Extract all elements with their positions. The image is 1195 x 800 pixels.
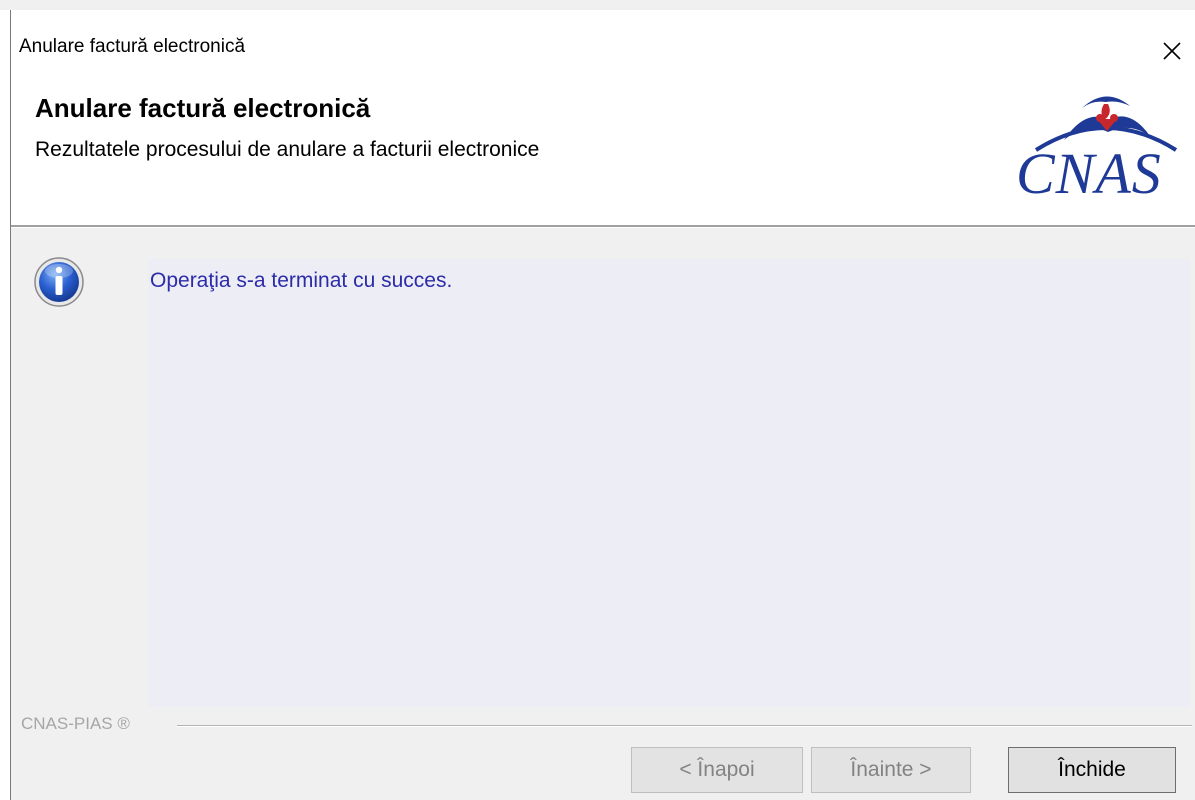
wizard-body: Operaţia s-a terminat cu succes. CNAS-PI… bbox=[11, 228, 1195, 800]
footer-brand-label: CNAS-PIAS ® bbox=[21, 714, 130, 733]
close-button[interactable]: Închide bbox=[1008, 747, 1176, 793]
title-bar[interactable]: Anulare factură electronică bbox=[11, 10, 1195, 78]
header-subtitle: Rezultatele procesului de anulare a fact… bbox=[35, 138, 540, 161]
footer-separator bbox=[177, 725, 1192, 727]
next-button[interactable]: Înainte > bbox=[811, 747, 971, 793]
close-icon bbox=[1163, 42, 1181, 60]
cnas-logo-text: CNAS bbox=[1016, 141, 1162, 206]
window-title: Anulare factură electronică bbox=[19, 36, 246, 57]
close-window-button[interactable] bbox=[1161, 40, 1183, 62]
result-message-area: Operaţia s-a terminat cu succes. bbox=[148, 259, 1190, 707]
cnas-logo: CNAS bbox=[1016, 88, 1195, 206]
top-strip bbox=[0, 0, 1195, 10]
wizard-header: Anulare factură electronică Rezultatele … bbox=[11, 78, 1195, 226]
header-title: Anulare factură electronică bbox=[35, 93, 371, 123]
wizard-dialog: Anulare factură electronică Anulare fact… bbox=[10, 10, 1195, 800]
back-button[interactable]: < Înapoi bbox=[631, 747, 803, 793]
info-icon bbox=[34, 257, 84, 307]
result-message: Operaţia s-a terminat cu succes. bbox=[150, 269, 453, 292]
